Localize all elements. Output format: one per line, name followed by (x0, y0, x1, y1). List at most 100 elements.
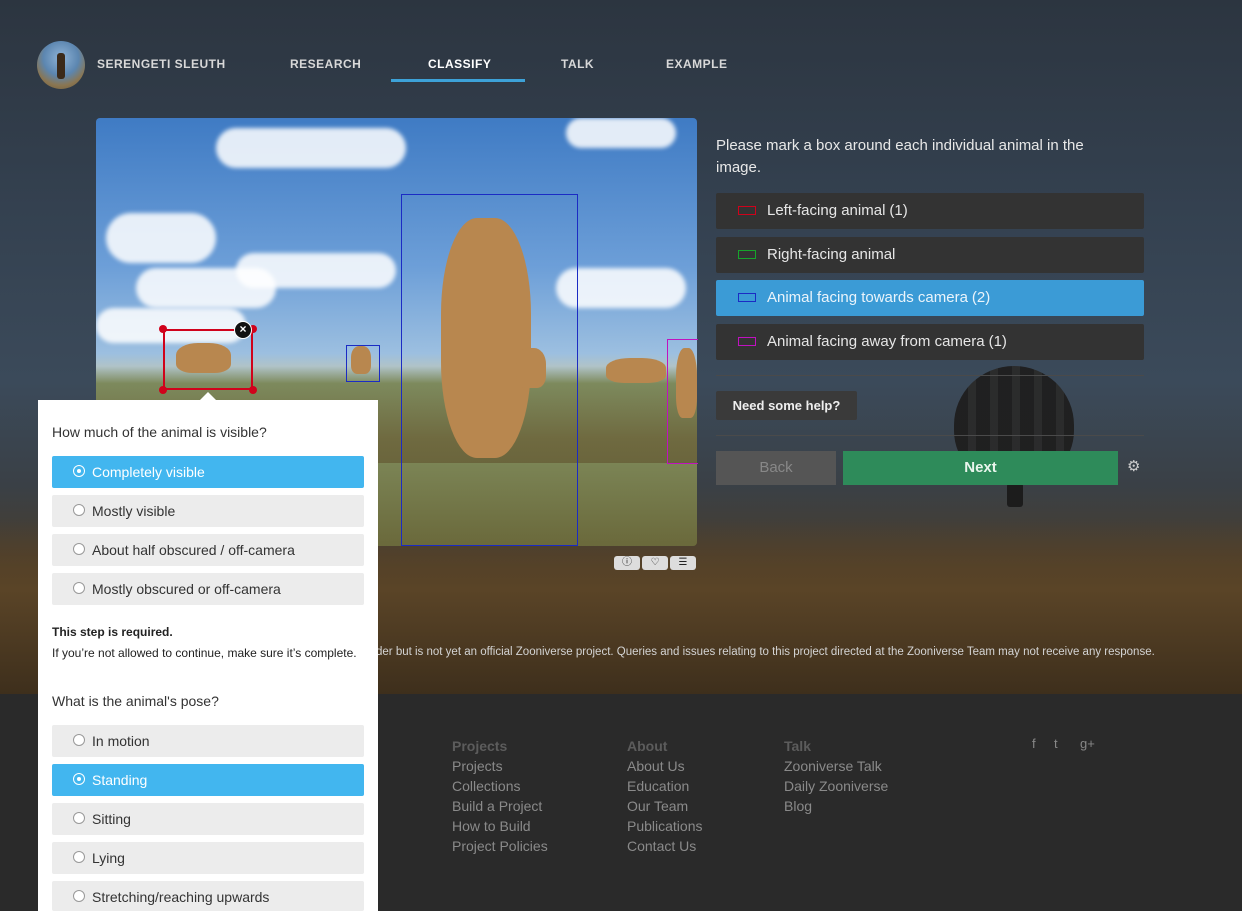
gazelle-right (606, 358, 666, 383)
answer-mostly-obscured[interactable]: Mostly obscured or off-camera (52, 573, 364, 605)
answer-standing[interactable]: Standing (52, 764, 364, 796)
radio-button (73, 582, 85, 594)
tool-left-facing-animal[interactable]: Left-facing animal (1) (716, 193, 1144, 229)
answer-label: Sitting (92, 811, 131, 827)
mark-handle[interactable] (159, 325, 167, 333)
radio-button (73, 734, 85, 746)
tool-count: (2) (971, 289, 991, 306)
footer-link[interactable]: Zooniverse Talk (784, 756, 888, 776)
answer-label: Completely visible (92, 464, 205, 480)
answer-label: Mostly visible (92, 503, 176, 519)
required-note-text: If you’re not allowed to continue, make … (52, 646, 357, 660)
task-instructions: Please mark a box around each individual… (716, 137, 1084, 176)
footer-link[interactable]: About Us (627, 756, 703, 776)
footer-projects-column: Projects Projects Collections Build a Pr… (452, 736, 548, 856)
tool-right-facing-animal[interactable]: Right-facing animal (716, 237, 1144, 273)
answer-mostly-visible[interactable]: Mostly visible (52, 495, 364, 527)
answer-half-obscured[interactable]: About half obscured / off-camera (52, 534, 364, 566)
footer-heading: About (627, 738, 668, 754)
answer-label: About half obscured / off-camera (92, 542, 295, 558)
tool-count: (1) (988, 333, 1007, 350)
mark-handle[interactable] (249, 386, 257, 394)
twitter-icon[interactable]: t (1054, 736, 1058, 751)
divider (716, 375, 1144, 376)
footer-link[interactable]: How to Build (452, 816, 548, 836)
project-avatar[interactable] (37, 41, 85, 89)
back-button[interactable]: Back (716, 451, 836, 485)
tool-color-swatch (738, 250, 756, 259)
tool-animal-facing-away-from-camera[interactable]: Animal facing away from camera (1) (716, 324, 1144, 360)
answer-label: Standing (92, 772, 148, 788)
subject-metadata-buttons: ⓘ ♡ ☰ (614, 556, 696, 570)
answer-completely-visible[interactable]: Completely visible (52, 456, 364, 488)
answer-stretching[interactable]: Stretching/reaching upwards (52, 881, 364, 911)
info-icon[interactable]: ⓘ (614, 556, 640, 570)
radio-button (73, 543, 85, 555)
cloud (236, 253, 396, 288)
nav-example[interactable]: EXAMPLE (666, 57, 728, 71)
radio-button (73, 773, 85, 785)
cloud (566, 118, 676, 148)
nav-classify[interactable]: CLASSIFY (428, 57, 491, 71)
background-balloon-basket (1007, 483, 1023, 507)
footer-talk-column: Talk Zooniverse Talk Daily Zooniverse Bl… (784, 736, 888, 816)
tool-label: Animal facing towards camera (767, 289, 968, 306)
mark-box-towards-camera[interactable] (401, 194, 578, 546)
required-note-title: This step is required. (52, 625, 173, 639)
active-tab-indicator (391, 79, 525, 82)
tool-color-swatch (738, 337, 756, 346)
nav-research[interactable]: RESEARCH (290, 57, 361, 71)
footer-link[interactable]: Blog (784, 796, 888, 816)
tool-label: Right-facing animal (767, 246, 896, 263)
tool-label: Left-facing animal (767, 202, 886, 219)
footer-link[interactable]: Project Policies (452, 836, 548, 856)
avatar-tree (57, 53, 65, 79)
mark-handle[interactable] (159, 386, 167, 394)
answer-lying[interactable]: Lying (52, 842, 364, 874)
radio-button (73, 851, 85, 863)
answer-label: Stretching/reaching upwards (92, 889, 270, 905)
footer-heading: Talk (784, 738, 811, 754)
answer-sitting[interactable]: Sitting (52, 803, 364, 835)
list-icon[interactable]: ☰ (670, 556, 696, 570)
answer-in-motion[interactable]: In motion (52, 725, 364, 757)
footer-link[interactable]: Projects (452, 756, 548, 776)
footer-heading: Projects (452, 738, 508, 754)
footer-link[interactable]: Publications (627, 816, 703, 836)
footer-link[interactable]: Contact Us (627, 836, 703, 856)
footer-link[interactable]: Build a Project (452, 796, 548, 816)
tool-color-swatch (738, 293, 756, 302)
footer-link[interactable]: Education (627, 776, 703, 796)
footer-link[interactable]: Our Team (627, 796, 703, 816)
footer-link[interactable]: Collections (452, 776, 548, 796)
tool-label: Animal facing away from camera (767, 333, 985, 350)
footer-link[interactable]: Daily Zooniverse (784, 776, 888, 796)
mark-box-away-from-camera[interactable] (667, 339, 698, 464)
tool-color-swatch (738, 206, 756, 215)
gear-icon[interactable]: ⚙ (1127, 459, 1143, 475)
cloud (216, 128, 406, 168)
need-help-button[interactable]: Need some help? (716, 391, 857, 420)
nav-talk[interactable]: TALK (561, 57, 594, 71)
radio-button (73, 504, 85, 516)
question-visibility: How much of the animal is visible? (52, 424, 267, 440)
tool-count: (1) (889, 202, 908, 219)
divider (716, 435, 1144, 436)
mark-box-towards-camera[interactable] (346, 345, 380, 382)
delete-mark-icon[interactable]: × (234, 321, 252, 339)
google-plus-icon[interactable]: g+ (1080, 736, 1095, 751)
popup-pointer (200, 392, 216, 400)
heart-icon[interactable]: ♡ (642, 556, 668, 570)
facebook-icon[interactable]: f (1032, 736, 1036, 751)
radio-button (73, 890, 85, 902)
question-pose: What is the animal's pose? (52, 693, 219, 709)
radio-button (73, 465, 85, 477)
project-disclaimer: der but is not yet an official Zoonivers… (376, 646, 1155, 658)
radio-button (73, 812, 85, 824)
answer-label: Lying (92, 850, 125, 866)
tool-animal-facing-towards-camera[interactable]: Animal facing towards camera (2) (716, 280, 1144, 316)
footer-about-column: About About Us Education Our Team Public… (627, 736, 703, 856)
project-title[interactable]: SERENGETI SLEUTH (97, 57, 226, 71)
next-button[interactable]: Next (843, 451, 1118, 485)
answer-label: In motion (92, 733, 150, 749)
